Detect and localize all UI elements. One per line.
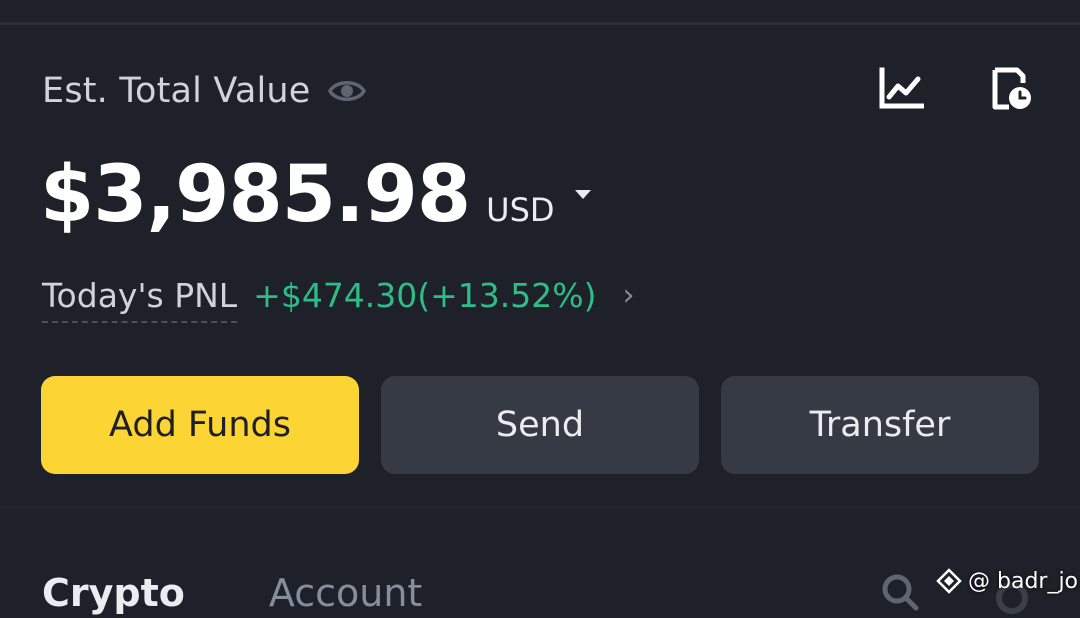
- total-balance: $3,985.98: [40, 150, 471, 240]
- caret-down-icon[interactable]: [574, 190, 591, 199]
- watermark: @ badr_jo: [936, 566, 1078, 596]
- est-total-value-row: Est. Total Value: [42, 68, 367, 114]
- asset-tabs: Crypto Account: [42, 568, 422, 618]
- top-divider: [0, 22, 1080, 25]
- pnl-row[interactable]: Today's PNL +$474.30(+13.52%) ›: [42, 272, 635, 323]
- balance-row: $3,985.98 USD: [40, 150, 591, 246]
- history-icon[interactable]: [990, 66, 1036, 112]
- section-divider: [0, 506, 1080, 508]
- currency-selector[interactable]: USD: [486, 191, 554, 229]
- tab-crypto[interactable]: Crypto: [42, 568, 185, 618]
- search-icon[interactable]: [880, 572, 920, 612]
- chevron-right-icon[interactable]: ›: [623, 278, 635, 313]
- est-total-value-label: Est. Total Value: [42, 71, 311, 111]
- tab-account[interactable]: Account: [269, 568, 422, 618]
- eye-icon[interactable]: [327, 76, 367, 106]
- pnl-value: +$474.30(+13.52%): [253, 275, 597, 315]
- pnl-label[interactable]: Today's PNL: [42, 276, 238, 323]
- add-funds-button[interactable]: Add Funds: [41, 376, 359, 474]
- transfer-button[interactable]: Transfer: [721, 376, 1039, 474]
- diamond-logo-icon: [936, 568, 962, 594]
- chart-icon[interactable]: [878, 66, 924, 112]
- watermark-text: @ badr_jo: [968, 568, 1079, 594]
- send-button[interactable]: Send: [381, 376, 699, 474]
